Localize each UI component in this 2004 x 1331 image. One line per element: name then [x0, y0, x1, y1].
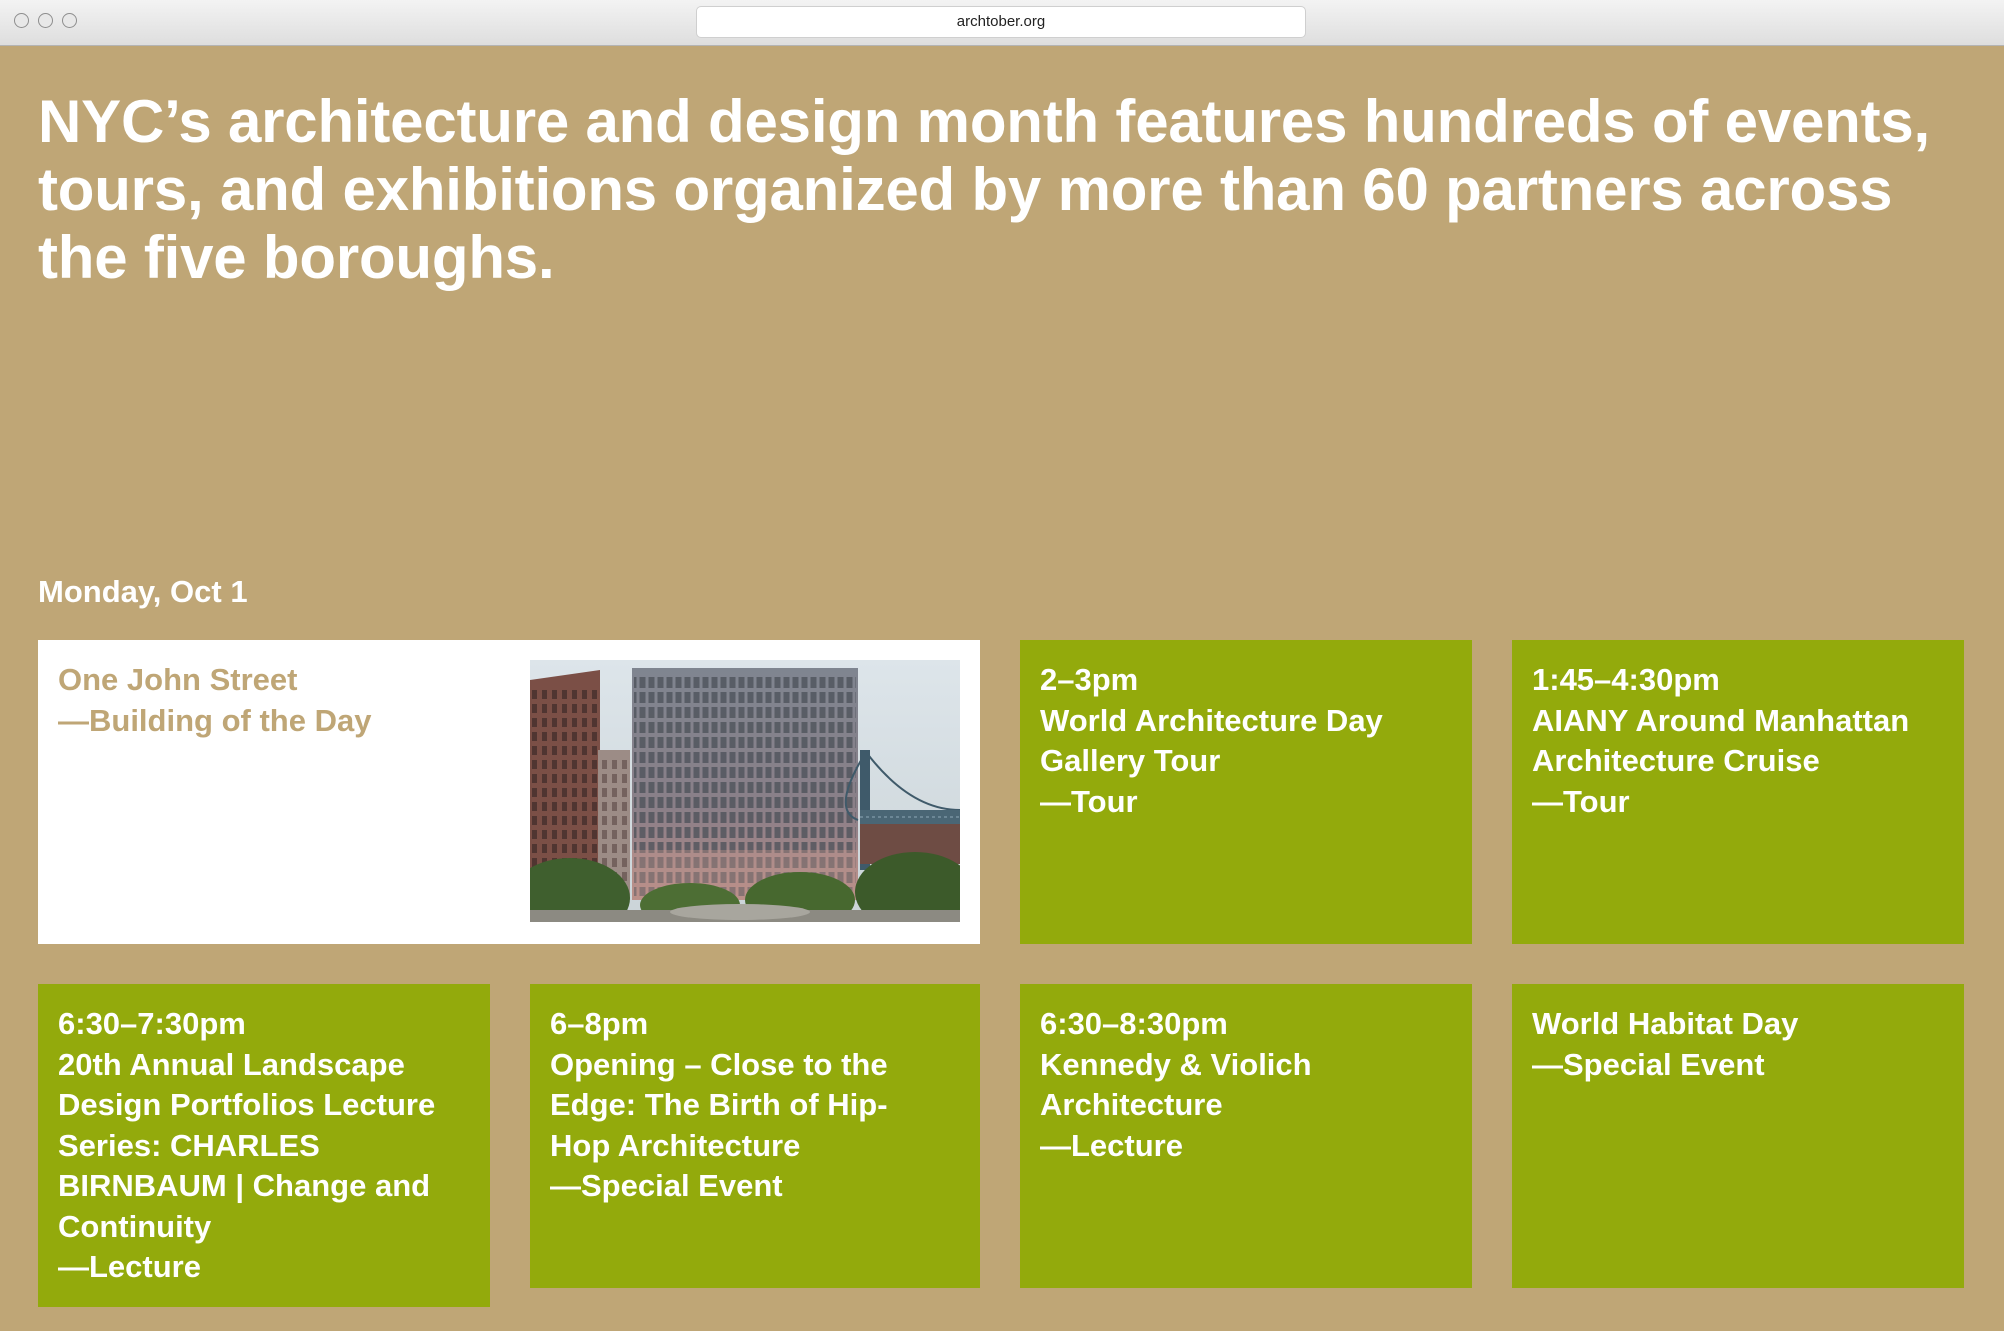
event-title-line: Opening – Close to the	[550, 1046, 888, 1082]
event-category: —Tour	[1040, 783, 1138, 819]
building-photo	[530, 660, 960, 922]
event-category: —Special Event	[1532, 1046, 1765, 1082]
event-card[interactable]: 2–3pm World Architecture Day Gallery Tou…	[1020, 640, 1472, 944]
event-time: 6:30–7:30pm	[58, 1006, 246, 1041]
event-card[interactable]: 6:30–8:30pm Kennedy & Violich Architectu…	[1020, 984, 1472, 1288]
event-title-line: Design Portfolios Lecture	[58, 1087, 436, 1122]
window-controls	[14, 13, 77, 28]
event-time: 6:30–8:30pm	[1040, 1006, 1228, 1041]
day-heading: Monday, Oct 1	[38, 574, 248, 609]
event-card[interactable]: World Habitat Day —Special Event	[1512, 984, 1964, 1288]
event-title-line: Edge: The Birth of Hip-	[550, 1087, 888, 1122]
close-window-button[interactable]	[14, 13, 29, 28]
event-title-line: Continuity	[58, 1208, 212, 1244]
event-card[interactable]: 1:45–4:30pm AIANY Around Manhattan Archi…	[1512, 640, 1964, 944]
event-title-line: World Habitat Day	[1532, 1006, 1799, 1041]
event-title-line: Architecture	[1040, 1087, 1223, 1122]
minimize-window-button[interactable]	[38, 13, 53, 28]
event-title-line: Kennedy & Violich	[1040, 1046, 1312, 1082]
event-time: 1:45–4:30pm	[1532, 662, 1720, 697]
event-category: —Lecture	[1040, 1127, 1183, 1163]
event-time: 6–8pm	[550, 1006, 649, 1041]
event-title-line: BIRNBAUM | Change and	[58, 1168, 431, 1203]
building-of-the-day-card[interactable]: One John Street —Building of the Day	[38, 640, 980, 944]
address-bar[interactable]: archtober.org	[696, 6, 1306, 38]
event-card[interactable]: 6:30–7:30pm 20th Annual Landscape Design…	[38, 984, 490, 1307]
event-title-line: Gallery Tour	[1040, 743, 1221, 778]
event-title-line: Series: CHARLES	[58, 1127, 320, 1163]
event-title-line: 20th Annual Landscape	[58, 1046, 405, 1082]
event-category: —Special Event	[550, 1168, 783, 1203]
event-title-line: World Architecture Day	[1040, 702, 1383, 738]
event-category: —Lecture	[58, 1249, 201, 1284]
event-card[interactable]: 6–8pm Opening – Close to the Edge: The B…	[530, 984, 980, 1288]
event-title-line: Architecture Cruise	[1532, 743, 1820, 778]
event-time: 2–3pm	[1040, 662, 1139, 697]
intro-heading: NYC’s architecture and design month feat…	[38, 88, 1931, 291]
event-category: —Tour	[1532, 783, 1630, 819]
zoom-window-button[interactable]	[62, 13, 77, 28]
browser-chrome: archtober.org	[0, 0, 2004, 46]
event-title-line: AIANY Around Manhattan	[1532, 702, 1910, 738]
event-title-line: Hop Architecture	[550, 1127, 801, 1163]
